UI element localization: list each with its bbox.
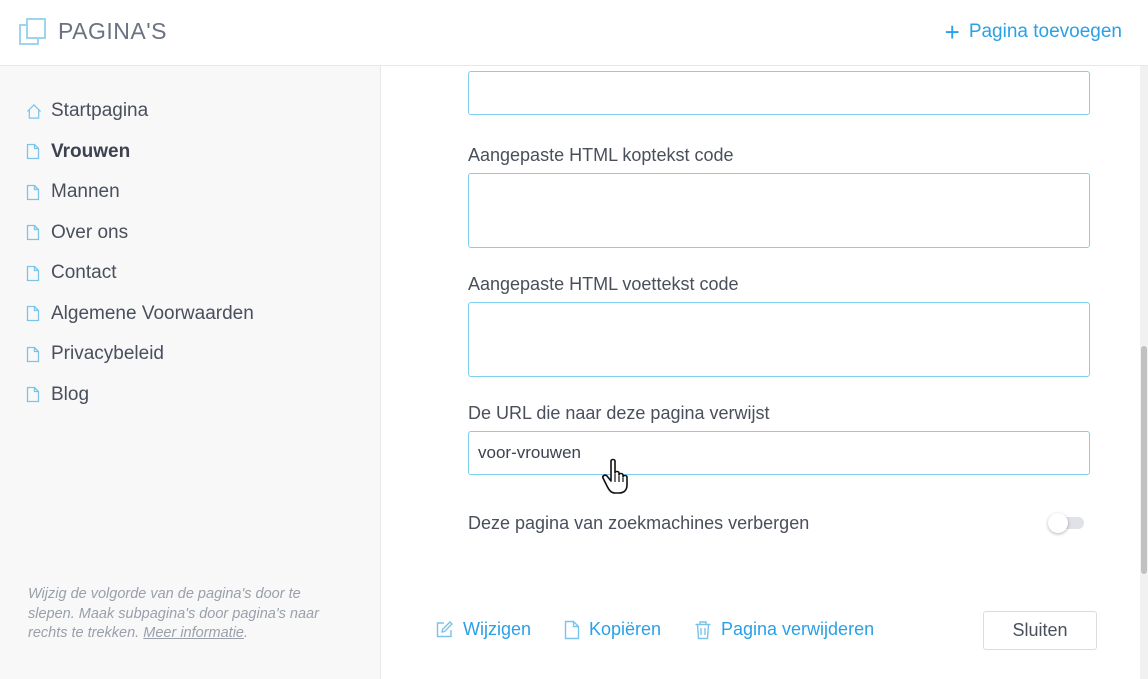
trash-icon: [695, 620, 711, 639]
sidebar-item-label: Privacybeleid: [51, 343, 164, 365]
sidebar-item-label: Over ons: [51, 221, 129, 243]
sidebar-item-label: Startpagina: [51, 100, 149, 122]
header-code-field[interactable]: [468, 173, 1090, 248]
pages-icon: [19, 18, 46, 45]
page-icon: [26, 183, 42, 201]
copy-icon: [564, 620, 580, 639]
hide-search-toggle[interactable]: [1048, 512, 1086, 533]
sidebar-item-label: Algemene Voorwaarden: [51, 302, 254, 324]
page-list: Startpagina Vrouwen Mannen Over ons Cont…: [26, 91, 254, 415]
sidebar-item-vrouwen[interactable]: Vrouwen: [26, 132, 254, 173]
plus-icon: +: [944, 17, 960, 47]
url-field[interactable]: [468, 431, 1090, 475]
page-icon: [26, 224, 42, 242]
home-icon: [26, 102, 42, 120]
add-page-label: Pagina toevoegen: [968, 21, 1122, 42]
sidebar-item-label: Mannen: [51, 181, 120, 203]
sidebar-item-contact[interactable]: Contact: [26, 253, 254, 294]
sidebar-item-label: Vrouwen: [51, 140, 131, 162]
header: PAGINA'S + Pagina toevoegen: [0, 0, 1148, 66]
top-field[interactable]: [468, 71, 1090, 115]
hint-end: .: [243, 625, 249, 641]
toggle-knob: [1048, 513, 1068, 533]
close-button[interactable]: Sluiten: [983, 611, 1097, 650]
reorder-hint: Wijzig de volgorde van de pagina's door …: [28, 585, 348, 644]
sidebar-item-privacybeleid[interactable]: Privacybeleid: [26, 334, 254, 375]
page-settings-form: Aangepaste HTML koptekst code Aangepaste…: [381, 66, 1140, 679]
hand-pointer-icon: [602, 458, 628, 494]
page-icon: [26, 386, 42, 404]
copy-button[interactable]: Kopiëren: [564, 619, 661, 640]
more-info-link[interactable]: Meer informatie: [143, 625, 244, 641]
sidebar-item-label: Contact: [51, 262, 117, 284]
sidebar-item-blog[interactable]: Blog: [26, 375, 254, 416]
sidebar-item-over-ons[interactable]: Over ons: [26, 213, 254, 254]
page-title: PAGINA'S: [58, 18, 167, 44]
sidebar: Startpagina Vrouwen Mannen Over ons Cont…: [0, 66, 381, 679]
sidebar-item-algemene-voorwaarden[interactable]: Algemene Voorwaarden: [26, 294, 254, 335]
add-page-button[interactable]: + Pagina toevoegen: [945, 19, 1122, 45]
hide-search-label: Deze pagina van zoekmachines verbergen: [468, 513, 810, 533]
scrollbar-thumb[interactable]: [1141, 346, 1147, 574]
footer-code-field[interactable]: [468, 302, 1090, 377]
edit-button[interactable]: Wijzigen: [435, 619, 531, 640]
page-icon: [26, 264, 42, 282]
scrollbar[interactable]: [1140, 66, 1148, 679]
page-icon: [26, 143, 42, 161]
footer-code-label: Aangepaste HTML voettekst code: [468, 274, 739, 294]
sidebar-item-label: Blog: [51, 383, 90, 405]
copy-label: Kopiëren: [589, 619, 662, 639]
sidebar-item-startpagina[interactable]: Startpagina: [26, 91, 254, 132]
edit-icon: [436, 621, 453, 638]
sidebar-item-mannen[interactable]: Mannen: [26, 172, 254, 213]
edit-label: Wijzigen: [463, 619, 532, 639]
page-icon: [26, 345, 42, 363]
page-icon: [26, 305, 42, 323]
header-code-label: Aangepaste HTML koptekst code: [468, 145, 734, 165]
delete-page-button[interactable]: Pagina verwijderen: [694, 619, 874, 640]
url-label: De URL die naar deze pagina verwijst: [468, 403, 770, 423]
delete-page-label: Pagina verwijderen: [721, 619, 875, 639]
